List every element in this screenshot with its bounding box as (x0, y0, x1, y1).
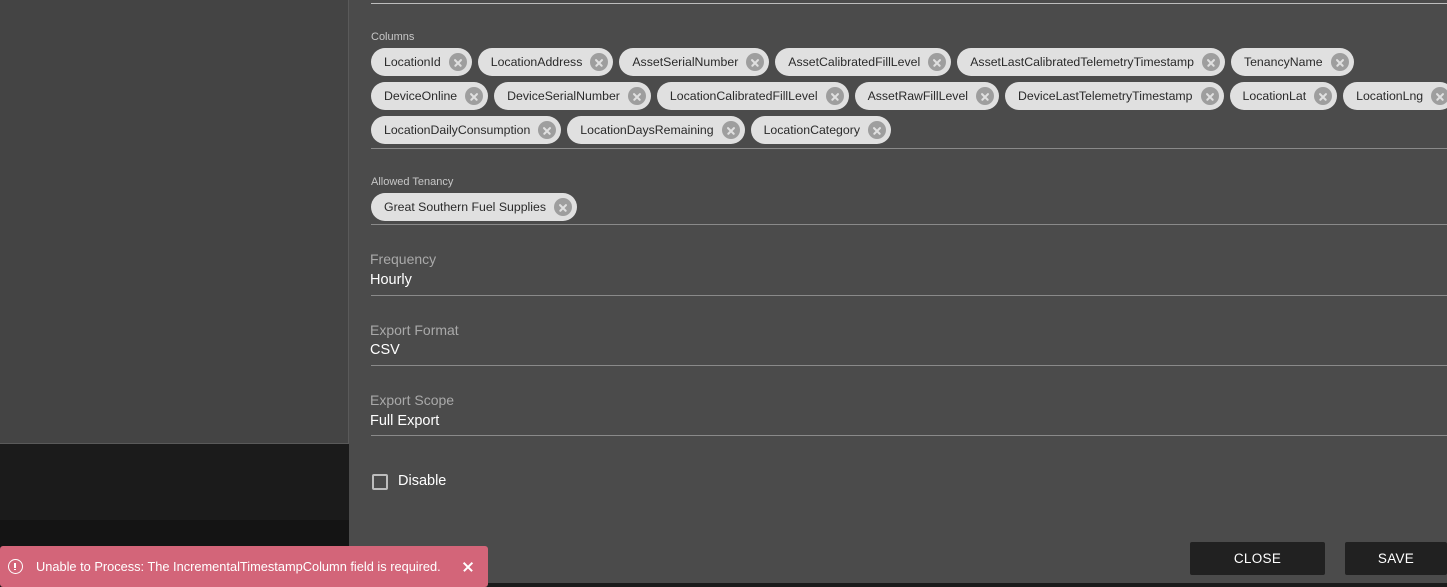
remove-chip-icon[interactable] (928, 53, 947, 71)
column-chip: LocationLng (1343, 82, 1447, 110)
remove-chip-icon[interactable] (627, 87, 646, 105)
chip-label: Great Southern Fuel Supplies (384, 200, 547, 214)
divider (371, 3, 1447, 4)
chip-label: TenancyName (1243, 55, 1323, 69)
export-settings-dialog: Columns LocationId LocationAddress Asset… (349, 0, 1447, 583)
column-chip: LocationCalibratedFillLevel (656, 82, 849, 110)
tenancy-chip: Great Southern Fuel Supplies (371, 193, 578, 221)
export-scope-select[interactable]: Full Export (370, 413, 439, 429)
allowed-tenancy-label: Allowed Tenancy (371, 176, 454, 188)
column-chip: AssetRawFillLevel (854, 82, 1000, 110)
chip-label: LocationDailyConsumption (384, 123, 531, 137)
chip-label: LocationDaysRemaining (580, 123, 714, 137)
tenancy-chip-row: Great Southern Fuel Supplies (371, 193, 578, 221)
column-chip: AssetSerialNumber (619, 48, 770, 76)
remove-chip-icon[interactable] (825, 87, 844, 105)
chip-label: LocationCategory (763, 123, 860, 137)
background-panel (0, 0, 349, 444)
column-chip: LocationDaysRemaining (567, 116, 745, 144)
remove-chip-icon[interactable] (746, 53, 765, 71)
column-chip: DeviceOnline (371, 82, 489, 110)
export-scope-underline (371, 435, 1447, 436)
chip-label: LocationCalibratedFillLevel (669, 89, 818, 103)
chip-label: LocationLat (1242, 89, 1307, 103)
remove-chip-icon[interactable] (976, 87, 995, 105)
error-icon (8, 559, 23, 574)
remove-chip-icon[interactable] (1314, 87, 1333, 105)
chip-label: DeviceSerialNumber (507, 89, 620, 103)
remove-chip-icon[interactable] (1200, 87, 1219, 105)
frequency-label: Frequency (370, 251, 437, 267)
remove-chip-icon[interactable] (721, 121, 740, 139)
remove-chip-icon[interactable] (554, 198, 573, 216)
column-chip: TenancyName (1230, 48, 1354, 76)
export-format-label: Export Format (370, 322, 459, 338)
remove-chip-icon[interactable] (1431, 87, 1447, 105)
column-chip: LocationAddress (477, 48, 614, 76)
chip-label: AssetCalibratedFillLevel (788, 55, 921, 69)
chip-label: AssetLastCalibratedTelemetryTimestamp (970, 55, 1194, 69)
remove-chip-icon[interactable] (538, 121, 557, 139)
dialog-bottom-edge (349, 583, 1447, 587)
column-chip: DeviceSerialNumber (494, 82, 651, 110)
remove-chip-icon[interactable] (448, 53, 467, 71)
columns-underline (371, 148, 1447, 149)
column-chip: DeviceLastTelemetryTimestamp (1005, 82, 1224, 110)
chip-label: LocationLng (1356, 89, 1424, 103)
columns-chip-row: DeviceOnline DeviceSerialNumber Location… (371, 82, 1447, 110)
export-format-select[interactable]: CSV (370, 342, 400, 358)
column-chip: AssetLastCalibratedTelemetryTimestamp (957, 48, 1225, 76)
remove-chip-icon[interactable] (1201, 53, 1220, 71)
close-icon[interactable] (461, 560, 475, 574)
close-button[interactable]: CLOSE (1190, 542, 1325, 575)
chip-label: LocationAddress (490, 55, 583, 69)
frequency-underline (371, 295, 1447, 296)
remove-chip-icon[interactable] (590, 53, 609, 71)
chip-label: DeviceOnline (384, 89, 458, 103)
frequency-select[interactable]: Hourly (370, 272, 412, 288)
chip-label: AssetRawFillLevel (867, 89, 969, 103)
remove-chip-icon[interactable] (465, 87, 484, 105)
column-chip: AssetCalibratedFillLevel (775, 48, 952, 76)
column-chip: LocationCategory (750, 116, 891, 144)
column-chip: LocationId (371, 48, 472, 76)
save-button[interactable]: SAVE (1345, 542, 1447, 575)
export-scope-label: Export Scope (370, 392, 455, 408)
columns-chip-row: LocationId LocationAddress AssetSerialNu… (371, 48, 1354, 76)
columns-label: Columns (371, 31, 415, 43)
error-toast: Unable to Process: The IncrementalTimest… (0, 546, 488, 587)
disable-label: Disable (398, 473, 447, 489)
remove-chip-icon[interactable] (1330, 53, 1349, 71)
disable-checkbox[interactable] (372, 474, 388, 490)
column-chip: LocationLat (1229, 82, 1338, 110)
chip-label: LocationId (384, 55, 441, 69)
tenancy-underline (371, 224, 1447, 225)
export-format-underline (371, 365, 1447, 366)
chip-label: AssetSerialNumber (632, 55, 739, 69)
column-chip: LocationDailyConsumption (371, 116, 562, 144)
remove-chip-icon[interactable] (867, 121, 886, 139)
columns-chip-row: LocationDailyConsumption LocationDaysRem… (371, 116, 891, 144)
toast-message: Unable to Process: The IncrementalTimest… (36, 559, 441, 574)
chip-label: DeviceLastTelemetryTimestamp (1018, 89, 1193, 103)
